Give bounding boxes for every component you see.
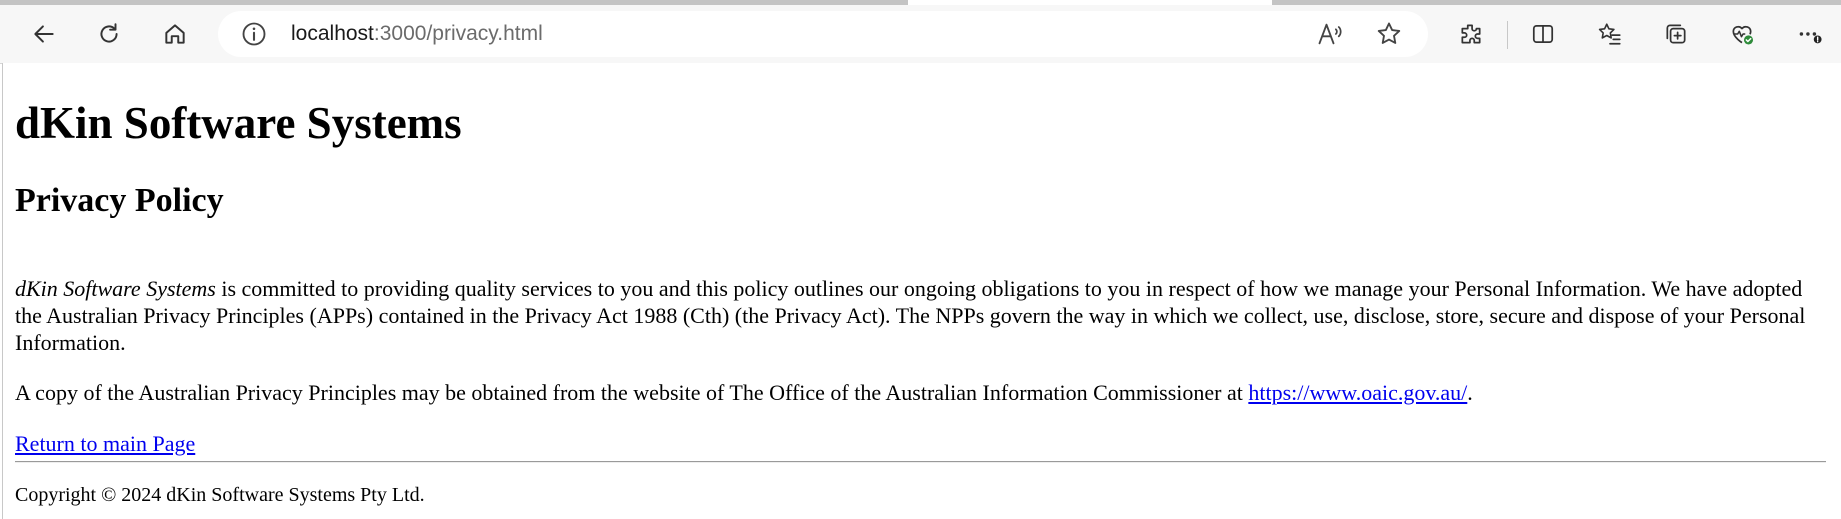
return-paragraph: Return to main Page <box>15 430 195 457</box>
refresh-icon <box>100 23 118 43</box>
url-text[interactable]: localhost:3000/privacy.html <box>291 22 543 46</box>
address-bar[interactable]: localhost:3000/privacy.html <box>218 11 1428 57</box>
browser-essentials-icon <box>1732 25 1754 45</box>
copy-paragraph: A copy of the Australian Privacy Princip… <box>15 379 1825 406</box>
home-button[interactable] <box>156 15 194 53</box>
collections-icon <box>1666 24 1686 44</box>
copy-text: A copy of the Australian Privacy Princip… <box>15 380 1249 405</box>
home-icon <box>165 24 185 44</box>
more-button[interactable] <box>1790 15 1828 53</box>
browser-essentials-button[interactable] <box>1723 15 1761 53</box>
browser-toolbar: localhost:3000/privacy.html <box>0 5 1841 64</box>
split-screen-icon <box>1532 25 1554 43</box>
refresh-button[interactable] <box>90 15 128 53</box>
company-title: dKin Software Systems <box>15 98 462 148</box>
read-aloud-icon[interactable] <box>1316 20 1344 48</box>
copy-end: . <box>1467 380 1473 405</box>
extensions-icon <box>1461 24 1481 44</box>
intro-paragraph: dKin Software Systems is committed to pr… <box>15 275 1825 356</box>
web-page: dKin Software Systems Privacy Policy dKi… <box>2 63 1841 519</box>
url-host: localhost <box>291 22 374 45</box>
url-path: :3000/privacy.html <box>373 22 543 45</box>
oaic-link[interactable]: https://www.oaic.gov.au/ <box>1248 380 1467 405</box>
intro-company-name: dKin Software Systems <box>15 276 216 301</box>
back-button[interactable] <box>25 15 63 53</box>
return-main-link[interactable]: Return to main Page <box>15 431 195 456</box>
intro-text: is committed to providing quality servic… <box>15 276 1806 355</box>
site-info-icon[interactable] <box>240 20 268 48</box>
favorites-button[interactable] <box>1591 15 1629 53</box>
more-icon <box>1799 32 1822 44</box>
footer-divider <box>15 461 1826 463</box>
favorite-star-icon[interactable] <box>1375 20 1403 48</box>
collections-button[interactable] <box>1657 15 1695 53</box>
favorites-icon <box>1598 23 1621 45</box>
toolbar-separator <box>1507 21 1508 49</box>
privacy-policy-heading: Privacy Policy <box>15 182 224 219</box>
extensions-button[interactable] <box>1452 15 1490 53</box>
split-screen-button[interactable] <box>1524 15 1562 53</box>
copyright-footer: Copyright © 2024 dKin Software Systems P… <box>15 484 425 506</box>
back-icon <box>34 25 54 43</box>
